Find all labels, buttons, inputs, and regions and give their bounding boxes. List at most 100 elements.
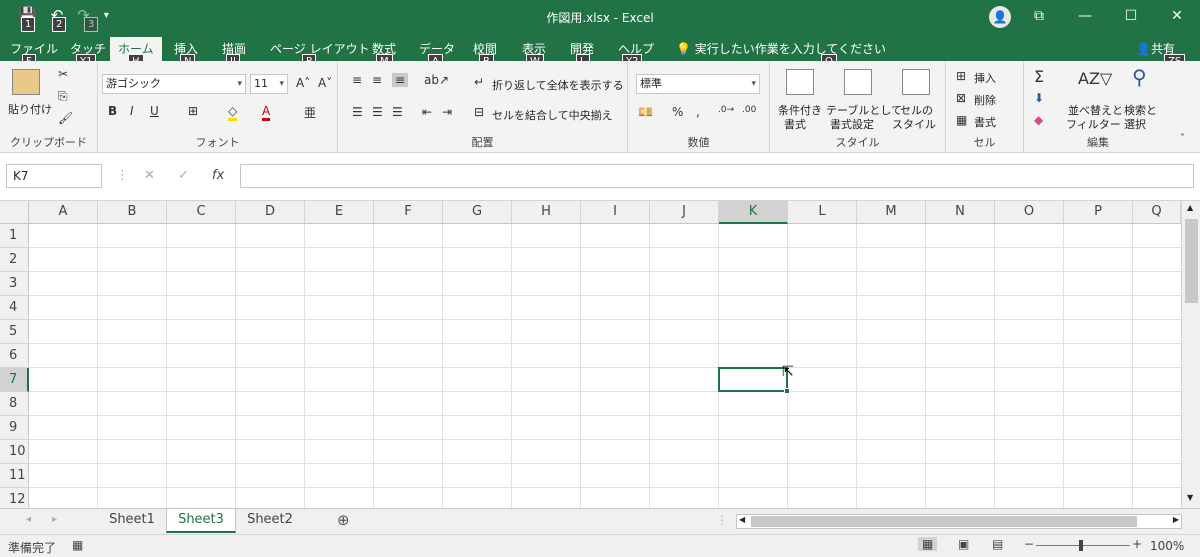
align-right-icon[interactable]: ☰ (392, 105, 403, 119)
formula-input[interactable] (240, 164, 1194, 188)
row-header[interactable]: 3 (0, 272, 29, 296)
page-layout-view-icon[interactable]: ▣ (958, 537, 969, 551)
format-cells-button[interactable]: 書式 (974, 114, 996, 130)
grow-font-icon[interactable]: A˄ (296, 76, 310, 90)
ribbon-display-icon[interactable]: ⧉ (1016, 0, 1062, 34)
normal-view-icon[interactable]: ▦ (918, 537, 938, 551)
percent-icon[interactable]: % (672, 105, 683, 119)
column-header[interactable]: K (719, 201, 788, 224)
column-header[interactable]: C (167, 201, 236, 224)
fill-handle[interactable] (784, 388, 790, 394)
border-icon[interactable]: ⊞ (188, 104, 198, 118)
insert-cells-button[interactable]: 挿入 (974, 70, 996, 86)
row-header[interactable]: 2 (0, 248, 29, 272)
sheet-prev-icon[interactable]: ◂ (26, 514, 31, 525)
name-box[interactable]: K7 (6, 164, 102, 188)
find-select-label2[interactable]: 選択 (1124, 116, 1146, 132)
increase-decimal-icon[interactable]: .0→ (718, 105, 734, 115)
align-left-icon[interactable]: ☰ (352, 105, 363, 119)
confirm-entry-icon[interactable]: ✓ (178, 168, 189, 183)
scroll-right-icon[interactable]: ▶ (1173, 515, 1179, 524)
column-header[interactable]: D (236, 201, 305, 224)
column-header[interactable]: O (995, 201, 1064, 224)
cell-styles-label2[interactable]: スタイル (892, 116, 936, 132)
fill-icon[interactable]: ⬇ (1034, 91, 1044, 105)
column-header[interactable]: J (650, 201, 719, 224)
column-header[interactable]: E (305, 201, 374, 224)
decrease-indent-icon[interactable]: ⇤ (422, 105, 432, 119)
italic-button[interactable]: I (130, 104, 134, 118)
cancel-entry-icon[interactable]: ✕ (144, 168, 155, 183)
tell-me-box[interactable]: 💡 実行したい作業を入力してください (676, 40, 886, 57)
format-painter-icon[interactable]: 🖌 (58, 111, 73, 125)
minimize-icon[interactable]: — (1062, 0, 1108, 34)
column-header[interactable]: F (374, 201, 443, 224)
row-header[interactable]: 6 (0, 344, 29, 368)
font-name-select[interactable]: 游ゴシック (102, 74, 246, 94)
zoom-level[interactable]: 100% (1150, 539, 1184, 553)
bold-button[interactable]: B (108, 104, 117, 118)
user-avatar-icon[interactable]: 👤 (989, 6, 1011, 28)
column-header[interactable]: P (1064, 201, 1133, 224)
sheet-tab-1[interactable]: Sheet1 (98, 509, 166, 533)
scroll-down-icon[interactable]: ▼ (1187, 493, 1193, 502)
wrap-text-button[interactable]: 折り返して全体を表示する (492, 77, 624, 93)
copy-icon[interactable]: ⎘ (58, 89, 68, 104)
column-header[interactable]: L (788, 201, 857, 224)
clear-icon[interactable]: ◆ (1034, 113, 1043, 127)
cut-icon[interactable]: ✂ (58, 67, 68, 81)
column-header[interactable]: N (926, 201, 995, 224)
horizontal-scroll-thumb[interactable] (751, 516, 1137, 527)
fill-color-icon[interactable]: ◇ (228, 104, 238, 121)
conditional-format-icon[interactable] (786, 69, 814, 95)
column-header[interactable]: M (857, 201, 926, 224)
tab-page-layout[interactable]: ページ レイアウト (270, 40, 370, 57)
split-handle-icon[interactable]: ⋮ (716, 513, 728, 527)
orientation-icon[interactable]: ab↗ (424, 73, 449, 87)
paste-icon[interactable] (12, 69, 40, 95)
vertical-scroll-thumb[interactable] (1185, 219, 1198, 303)
column-header[interactable]: Q (1133, 201, 1181, 224)
merge-center-button[interactable]: セルを結合して中央揃え (492, 107, 613, 123)
decrease-decimal-icon[interactable]: .00 (742, 105, 756, 115)
font-size-select[interactable]: 11 (250, 74, 288, 94)
sheet-tab-2[interactable]: Sheet3 (166, 509, 236, 533)
conditional-format-label2[interactable]: 書式 (784, 116, 806, 132)
shrink-font-icon[interactable]: A˅ (318, 76, 332, 90)
align-center-icon[interactable]: ☰ (372, 105, 383, 119)
align-bottom-icon[interactable]: ≡ (392, 73, 409, 87)
underline-button[interactable]: U (150, 104, 159, 118)
column-header[interactable]: I (581, 201, 650, 224)
insert-function-icon[interactable]: fx (212, 168, 224, 183)
row-header[interactable]: 8 (0, 392, 29, 416)
horizontal-scrollbar[interactable]: ◀ ▶ (736, 514, 1182, 529)
row-header[interactable]: 9 (0, 416, 29, 440)
select-all-button[interactable] (0, 201, 29, 224)
scroll-up-icon[interactable]: ▲ (1187, 203, 1193, 212)
column-header[interactable]: G (443, 201, 512, 224)
format-as-table-icon[interactable] (844, 69, 872, 95)
paste-label[interactable]: 貼り付け (8, 101, 52, 117)
delete-cells-button[interactable]: 削除 (974, 92, 996, 108)
phonetic-icon[interactable]: 亜 (304, 104, 316, 121)
align-middle-icon[interactable]: ≡ (372, 73, 382, 87)
row-header[interactable]: 11 (0, 464, 29, 488)
zoom-out-icon[interactable]: − (1024, 537, 1034, 551)
column-header[interactable]: B (98, 201, 167, 224)
row-header[interactable]: 1 (0, 224, 29, 248)
row-header[interactable]: 4 (0, 296, 29, 320)
format-as-table-label2[interactable]: 書式設定 (830, 116, 874, 132)
zoom-slider-thumb[interactable] (1079, 540, 1083, 551)
zoom-in-icon[interactable]: + (1132, 537, 1142, 551)
active-cell[interactable] (718, 367, 788, 392)
currency-icon[interactable]: 💴 (638, 105, 653, 119)
number-format-select[interactable]: 標準 (636, 74, 760, 94)
new-sheet-icon[interactable]: ⊕ (337, 511, 350, 529)
sheet-next-icon[interactable]: ▸ (52, 514, 57, 525)
autosum-icon[interactable]: Σ (1034, 67, 1044, 86)
macro-record-icon[interactable]: ▦ (72, 538, 83, 552)
row-header[interactable]: 7 (0, 368, 29, 392)
scroll-left-icon[interactable]: ◀ (739, 515, 745, 524)
zoom-slider[interactable] (1036, 545, 1130, 546)
increase-indent-icon[interactable]: ⇥ (442, 105, 452, 119)
